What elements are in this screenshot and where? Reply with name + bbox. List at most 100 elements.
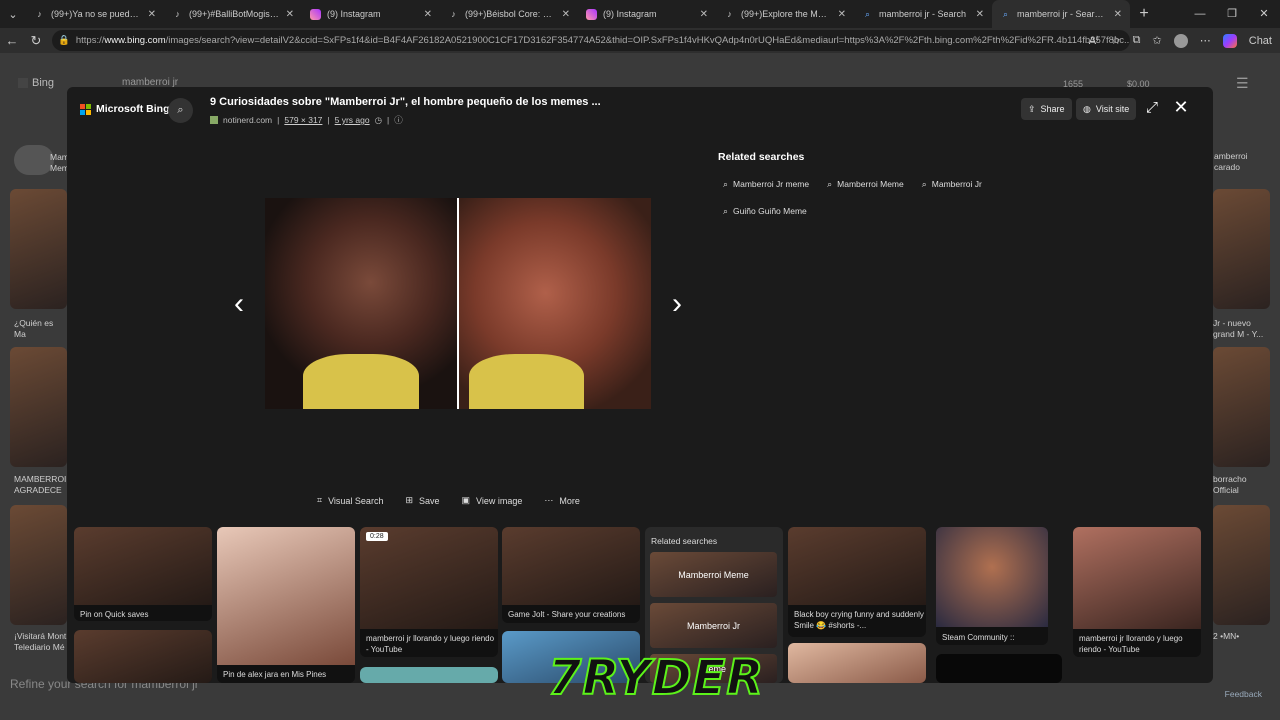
bg-image[interactable] bbox=[1213, 347, 1270, 467]
hamburger-icon[interactable]: ☰ bbox=[1236, 75, 1249, 92]
tab-3[interactable]: (9) Instagram ✕ bbox=[302, 0, 440, 28]
tab-5[interactable]: (9) Instagram ✕ bbox=[578, 0, 716, 28]
close-tab-icon[interactable]: ✕ bbox=[838, 9, 846, 20]
restore-icon[interactable]: ❐ bbox=[1216, 0, 1248, 28]
image-card[interactable]: mamberroi jr llorando y luego riendo - Y… bbox=[1073, 527, 1201, 657]
bg-image[interactable] bbox=[10, 189, 67, 309]
view-image-button[interactable]: ▣ View image bbox=[462, 495, 523, 506]
source-domain[interactable]: notinerd.com bbox=[223, 115, 272, 125]
instagram-icon bbox=[586, 8, 597, 20]
profile-avatar[interactable] bbox=[1173, 33, 1188, 48]
smiling-face-image bbox=[457, 198, 651, 409]
close-modal-icon[interactable]: ✕ bbox=[1171, 97, 1191, 118]
more-icon: ⋯ bbox=[544, 495, 554, 505]
related-search-pill[interactable]: ⌕ Mamberroi Jr bbox=[917, 175, 987, 193]
related-search-tile[interactable]: Mamberroi Jr bbox=[650, 603, 777, 648]
modal-search-icon[interactable]: ⌕ bbox=[168, 98, 193, 123]
save-icon: ⊞ bbox=[405, 495, 413, 505]
more-button[interactable]: ⋯ More bbox=[544, 495, 580, 506]
related-search-pill[interactable]: ⌕ Mamberroi Meme bbox=[822, 175, 909, 193]
image-card[interactable]: Pin de alex jara en Mis Pines bbox=[217, 527, 355, 683]
close-tab-icon[interactable]: ✕ bbox=[562, 9, 570, 20]
toolbar-icons: A⁾ ☆ ⧉ ✩ ⋯ Chat bbox=[1089, 28, 1272, 53]
image-card[interactable] bbox=[74, 630, 212, 683]
save-button[interactable]: ⊞ Save bbox=[405, 495, 439, 506]
microsoft-bing-logo[interactable]: Microsoft Bing bbox=[80, 103, 170, 115]
tab-actions-menu[interactable]: ⌄ bbox=[0, 0, 26, 28]
modal-header: Microsoft Bing ⌕ 9 Curiosidades sobre "M… bbox=[67, 87, 1213, 133]
url-field[interactable]: 🔒 https://www.bing.com/images/search?vie… bbox=[52, 30, 1130, 51]
visual-search-icon: ⌗ bbox=[317, 495, 323, 505]
related-search-tile[interactable]: Mamberroi Meme bbox=[650, 552, 777, 597]
image-card[interactable] bbox=[360, 667, 498, 683]
address-bar-row: ← ↻ 🔒 https://www.bing.com/images/search… bbox=[0, 28, 1280, 53]
extensions-icon[interactable]: ⧉ bbox=[1133, 34, 1141, 47]
left-filter-chip[interactable] bbox=[14, 145, 54, 175]
tab-7[interactable]: ⌕ mamberroi jr - Search ✕ bbox=[854, 0, 992, 28]
copilot-icon[interactable] bbox=[1222, 33, 1237, 48]
search-icon: ⌕ bbox=[723, 205, 729, 216]
share-button[interactable]: ⇪ Share bbox=[1021, 98, 1072, 120]
back-icon[interactable]: ← bbox=[0, 33, 24, 48]
image-icon: ▣ bbox=[461, 495, 471, 505]
tab-4[interactable]: ♪(99+)Béisbol Core: La Diversi✕ bbox=[440, 0, 578, 28]
tiktok-icon: ♪ bbox=[175, 9, 180, 19]
favorite-star-icon[interactable]: ☆ bbox=[1111, 34, 1121, 47]
left-filter-chip-label: Mam Mem bbox=[50, 152, 68, 173]
close-window-icon[interactable]: ✕ bbox=[1248, 0, 1280, 28]
main-image[interactable] bbox=[265, 198, 651, 409]
close-tab-icon[interactable]: ✕ bbox=[286, 9, 294, 20]
microsoft-logo-icon bbox=[80, 103, 91, 115]
source-favicon bbox=[210, 116, 218, 124]
close-tab-icon[interactable]: ✕ bbox=[1114, 9, 1122, 20]
bing-logo: Bing bbox=[18, 77, 54, 89]
image-card[interactable] bbox=[936, 654, 1062, 683]
info-icon[interactable]: ⓘ bbox=[394, 114, 403, 126]
tab-2[interactable]: ♪(99+)#BalliBotMogis #Trend✕ bbox=[164, 0, 302, 28]
copilot-chat-label[interactable]: Chat bbox=[1249, 35, 1272, 47]
more-menu-icon[interactable]: ⋯ bbox=[1200, 34, 1211, 47]
tab-1[interactable]: ♪(99+)Ya no se puede entrar a✕ bbox=[26, 0, 164, 28]
bg-caption: ¿Quién es Ma protagonista d bbox=[14, 318, 54, 339]
close-tab-icon[interactable]: ✕ bbox=[976, 9, 984, 20]
visual-search-button[interactable]: ⌗ Visual Search bbox=[317, 495, 383, 506]
image-card[interactable]: Black boy crying funny and suddenly Smil… bbox=[788, 527, 926, 637]
image-card[interactable]: Game Jolt - Share your creations bbox=[502, 527, 640, 623]
next-image-arrow[interactable]: › bbox=[665, 287, 689, 321]
search-icon: ⌕ bbox=[864, 8, 871, 19]
instagram-icon bbox=[310, 8, 321, 20]
read-aloud-icon[interactable]: A⁾ bbox=[1089, 34, 1099, 47]
close-tab-icon[interactable]: ✕ bbox=[148, 9, 156, 20]
image-card[interactable]: 0:28 mamberroi jr llorando y luego riendo… bbox=[360, 527, 498, 657]
bg-caption: ¡Visitará Mont Telediario Mé bbox=[14, 631, 67, 652]
expand-icon[interactable]: ⤢ bbox=[1142, 99, 1162, 116]
related-search-pill[interactable]: ⌕ Guiño Guiño Meme bbox=[718, 202, 812, 220]
tiktok-icon: ♪ bbox=[727, 9, 732, 19]
tab-8-active[interactable]: ⌕mamberroi jr - Search Image✕ bbox=[992, 0, 1130, 28]
related-search-pill[interactable]: ⌕ Mamberroi Jr meme bbox=[718, 175, 814, 193]
close-tab-icon[interactable]: ✕ bbox=[424, 9, 432, 20]
previous-image-arrow[interactable]: ‹ bbox=[227, 287, 251, 321]
search-icon: ⌕ bbox=[1002, 8, 1009, 19]
image-age[interactable]: 5 yrs ago bbox=[335, 115, 370, 125]
visit-site-button[interactable]: ◍ Visit site bbox=[1076, 98, 1137, 120]
image-card[interactable]: Pin on Quick saves bbox=[74, 527, 212, 621]
bg-caption: borracho Official bbox=[1213, 474, 1247, 495]
close-tab-icon[interactable]: ✕ bbox=[700, 9, 708, 20]
bg-image[interactable] bbox=[10, 347, 67, 467]
bg-image[interactable] bbox=[10, 505, 67, 625]
image-title[interactable]: 9 Curiosidades sobre "Mamberroi Jr", el … bbox=[210, 96, 601, 108]
image-card[interactable]: Steam Community :: that1guycalvin bbox=[936, 527, 1048, 645]
image-dimensions[interactable]: 579 × 317 bbox=[284, 115, 322, 125]
minimize-icon[interactable]: — bbox=[1184, 0, 1216, 28]
tab-bar: ⌄ ♪(99+)Ya no se puede entrar a✕ ♪(99+)#… bbox=[0, 0, 1280, 28]
favorites-icon[interactable]: ✩ bbox=[1153, 34, 1162, 47]
feedback-link[interactable]: Feedback bbox=[1225, 689, 1262, 699]
tab-6[interactable]: ♪(99+)Explore the Magic of Te✕ bbox=[716, 0, 854, 28]
bg-image[interactable] bbox=[1213, 505, 1270, 625]
related-searches-heading: Related searches bbox=[718, 151, 805, 163]
refresh-icon[interactable]: ↻ bbox=[24, 33, 48, 49]
bg-image[interactable] bbox=[1213, 189, 1270, 309]
image-card[interactable] bbox=[788, 643, 926, 683]
new-tab-button[interactable]: + bbox=[1130, 5, 1158, 23]
